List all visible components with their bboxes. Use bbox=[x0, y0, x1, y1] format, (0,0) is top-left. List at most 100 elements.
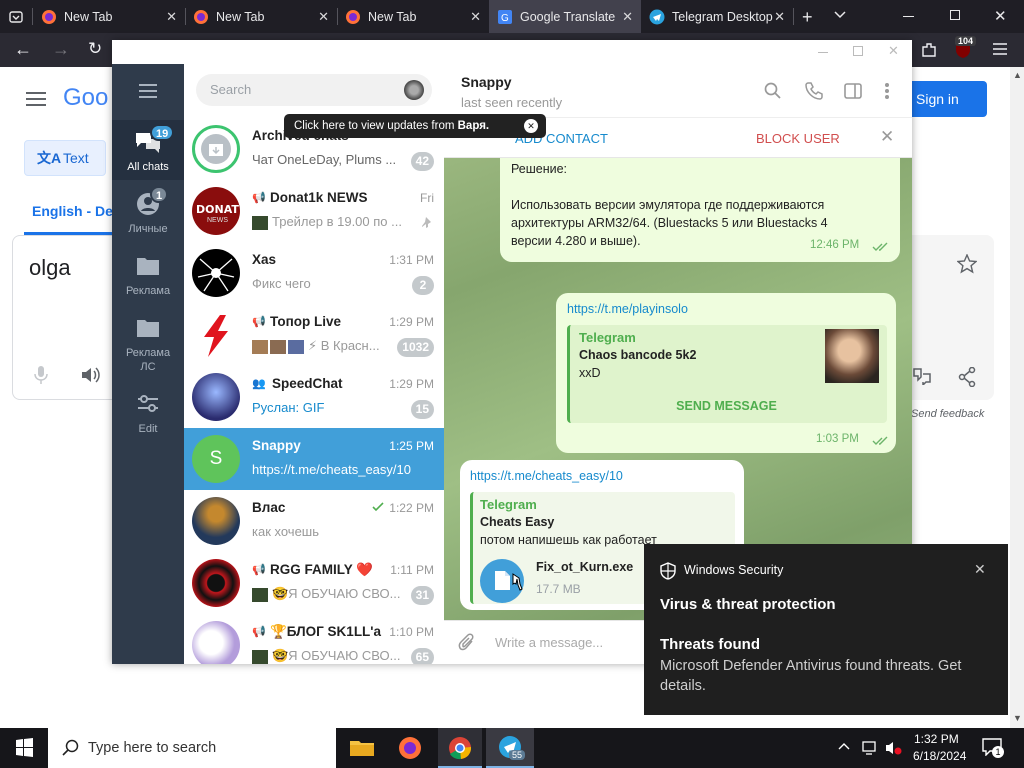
tg-minimize-icon[interactable] bbox=[818, 52, 828, 53]
chevron-down-icon[interactable] bbox=[833, 10, 847, 20]
search-icon[interactable] bbox=[764, 82, 782, 100]
folder-all-chats[interactable]: 19 All chats bbox=[112, 120, 184, 180]
chat-row[interactable]: DONAT1K NEWS 📢 Donat1k NEWS Fri Трейлер … bbox=[184, 180, 444, 242]
chat-row[interactable]: 👥 SpeedChat 1:29 PM Руслан: GIF 15 bbox=[184, 366, 444, 428]
chat-row[interactable]: Влас 1:22 PM как хочешь bbox=[184, 490, 444, 552]
main-menu-icon[interactable] bbox=[139, 84, 157, 98]
forward-icon[interactable]: → bbox=[52, 39, 70, 60]
tg-maximize-icon[interactable] bbox=[853, 46, 863, 56]
chat-avatar bbox=[192, 497, 240, 545]
text-mode-button[interactable]: 文A Text bbox=[24, 140, 106, 176]
close-tab-icon[interactable]: ✕ bbox=[166, 9, 177, 25]
scroll-up-icon[interactable]: ▲ bbox=[1013, 70, 1022, 80]
tooltip-text: Click here to view updates from bbox=[294, 120, 458, 132]
back-icon[interactable]: ← bbox=[14, 39, 32, 60]
close-bar-icon[interactable]: ✕ bbox=[880, 127, 894, 147]
security-toast[interactable]: Windows Security ✕ Virus & threat protec… bbox=[644, 544, 1008, 715]
preview-site: Telegram bbox=[480, 497, 537, 512]
message-outgoing[interactable]: https://t.me/playinsolo Telegram Chaos b… bbox=[556, 293, 896, 453]
browser-tab[interactable]: Telegram Desktop ✕ bbox=[641, 0, 793, 33]
more-options-icon[interactable] bbox=[884, 82, 890, 100]
chat-row[interactable]: Xas 1:31 PM Фикс чего 2 bbox=[184, 242, 444, 304]
attach-icon[interactable] bbox=[458, 633, 476, 653]
preview-thumbnail bbox=[825, 329, 879, 383]
message-input[interactable]: Write a message... bbox=[495, 635, 603, 650]
source-text-input[interactable]: olga bbox=[29, 255, 71, 281]
notification-center-icon[interactable]: 1 bbox=[982, 738, 1004, 758]
hamburger-icon[interactable] bbox=[26, 92, 46, 106]
chevron-up-icon[interactable] bbox=[838, 742, 850, 754]
browser-tab[interactable]: New Tab ✕ bbox=[337, 0, 489, 33]
menu-icon[interactable] bbox=[992, 42, 1008, 56]
taskbar-search[interactable]: Type here to search bbox=[48, 728, 336, 768]
minimize-icon[interactable] bbox=[903, 16, 914, 17]
firefox-taskbar-icon[interactable] bbox=[388, 728, 432, 768]
chat-name: SpeedChat bbox=[272, 376, 343, 391]
clock-date[interactable]: 6/18/2024 bbox=[913, 749, 966, 765]
chat-preview: 🤓Я ОБУЧАЮ СВО... bbox=[272, 648, 401, 663]
chat-avatar bbox=[192, 373, 240, 421]
scroll-down-icon[interactable]: ▼ bbox=[1013, 713, 1022, 723]
close-tab-icon[interactable]: ✕ bbox=[774, 9, 785, 25]
reload-icon[interactable]: ↻ bbox=[88, 39, 102, 59]
story-avatar[interactable] bbox=[404, 80, 424, 100]
message-outgoing[interactable]: Решение: Использовать версии эмулятора г… bbox=[500, 158, 900, 262]
message-link[interactable]: https://t.me/cheats_easy/10 bbox=[470, 469, 623, 483]
send-feedback-link[interactable]: Send feedback bbox=[911, 408, 984, 420]
folder-personal[interactable]: 1 Личные bbox=[112, 184, 184, 240]
file-explorer-icon[interactable] bbox=[340, 728, 384, 768]
file-name[interactable]: Fix_ot_Kurn.exe bbox=[536, 560, 633, 574]
telegram-unread-badge: 55 bbox=[509, 750, 526, 760]
extensions-icon[interactable] bbox=[920, 41, 938, 59]
chat-row[interactable]: 📢 Топор Live 1:29 PM ⚡ В Красн... 1032 bbox=[184, 304, 444, 366]
translate-icon: 文A bbox=[37, 150, 62, 166]
close-tab-icon[interactable]: ✕ bbox=[470, 9, 481, 25]
folder-ads[interactable]: Реклама bbox=[112, 248, 184, 302]
peer-name[interactable]: Snappy bbox=[461, 74, 512, 90]
clock-time[interactable]: 1:32 PM bbox=[914, 732, 959, 748]
start-button[interactable] bbox=[0, 728, 48, 768]
new-tab-icon[interactable]: + bbox=[802, 7, 813, 28]
microphone-icon[interactable] bbox=[33, 365, 49, 385]
search-input[interactable]: Search bbox=[196, 74, 432, 106]
chrome-taskbar-icon[interactable] bbox=[438, 728, 482, 768]
message-text: архитектуры ARM32/64. (Bluestacks 5 или … bbox=[511, 216, 828, 230]
source-language-tab[interactable]: English - Det bbox=[32, 203, 112, 219]
close-tab-icon[interactable]: ✕ bbox=[622, 9, 633, 25]
mouse-cursor-icon bbox=[510, 572, 524, 592]
chat-row[interactable]: 📢 RGG FAMILY ❤️ 1:11 PM 🤓Я ОБУЧАЮ СВО...… bbox=[184, 552, 444, 614]
speaker-icon[interactable] bbox=[80, 366, 100, 384]
sidebar-toggle-icon[interactable] bbox=[844, 83, 862, 99]
folder-edit[interactable]: Edit bbox=[112, 388, 184, 442]
star-icon[interactable] bbox=[957, 254, 977, 274]
volume-muted-icon[interactable] bbox=[885, 741, 903, 757]
channel-icon: 📢 bbox=[252, 564, 266, 576]
tab-list-icon[interactable] bbox=[8, 9, 24, 25]
tg-close-icon[interactable]: ✕ bbox=[888, 43, 899, 59]
send-message-button[interactable]: SEND MESSAGE bbox=[570, 399, 883, 413]
link-preview[interactable]: Telegram Chaos bancode 5k2 xxD SEND MESS… bbox=[567, 325, 887, 423]
channel-icon: 📢 bbox=[252, 192, 266, 204]
close-tab-icon[interactable]: ✕ bbox=[318, 9, 329, 25]
chat-row[interactable]: 📢 🏆БЛОГ SK1LL'а 1:10 PM 🤓Я ОБУЧАЮ СВО...… bbox=[184, 614, 444, 664]
page-scrollbar[interactable] bbox=[1010, 67, 1024, 728]
chat-row-selected[interactable]: S Snappy 1:25 PM https://t.me/cheats_eas… bbox=[184, 428, 444, 490]
network-icon[interactable] bbox=[862, 741, 878, 757]
rate-translation-icon[interactable] bbox=[912, 367, 932, 385]
telegram-taskbar-icon[interactable]: 55 bbox=[486, 728, 534, 768]
taskbar: Type here to search 55 1:32 PM 6/18/2024… bbox=[0, 728, 1024, 768]
sign-in-button[interactable]: Sign in bbox=[912, 81, 987, 117]
message-link[interactable]: https://t.me/playinsolo bbox=[567, 302, 688, 316]
close-tooltip-icon[interactable]: ✕ bbox=[524, 119, 538, 133]
channel-icon: 📢 bbox=[252, 626, 266, 638]
phone-icon[interactable] bbox=[805, 82, 823, 100]
close-window-icon[interactable]: ✕ bbox=[994, 7, 1007, 25]
browser-tab[interactable]: New Tab ✕ bbox=[33, 0, 185, 33]
close-toast-icon[interactable]: ✕ bbox=[974, 561, 986, 578]
block-user-button[interactable]: BLOCK USER bbox=[756, 131, 840, 146]
browser-tab[interactable]: New Tab ✕ bbox=[185, 0, 337, 33]
share-icon[interactable] bbox=[958, 367, 976, 387]
restore-icon[interactable] bbox=[950, 10, 960, 20]
browser-tab-active[interactable]: G Google Translate ✕ bbox=[489, 0, 641, 33]
folder-ads-dm[interactable]: Реклама ЛС bbox=[112, 310, 184, 376]
